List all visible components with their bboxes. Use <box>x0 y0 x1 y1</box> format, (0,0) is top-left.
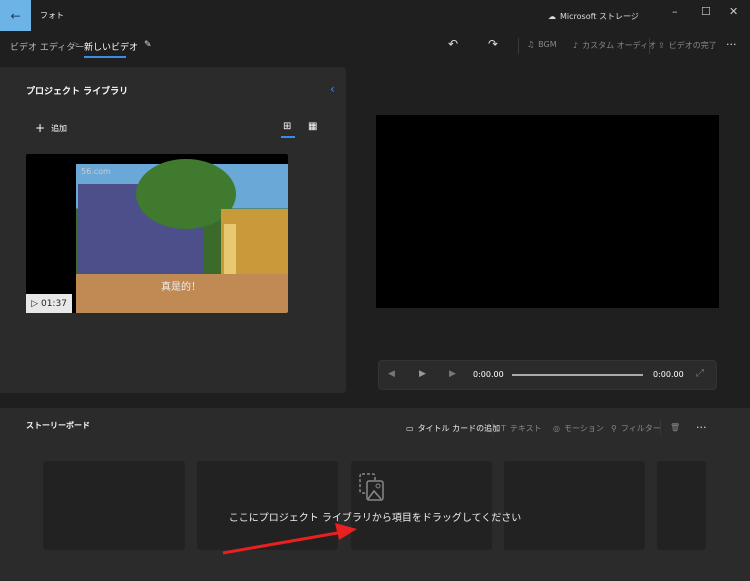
motion-button[interactable]: ◎ モーション <box>553 423 604 434</box>
divider <box>660 420 661 435</box>
current-time: 0:00.00 <box>473 370 504 379</box>
photos-icon <box>359 473 384 501</box>
divider <box>492 420 493 435</box>
divider <box>649 38 650 54</box>
share-icon: ⇪ <box>658 41 665 50</box>
view-indicator <box>281 136 295 138</box>
redo-button[interactable]: ↷ <box>488 37 498 51</box>
undo-button[interactable]: ↶ <box>448 37 458 51</box>
storyboard-empty-message: ここにプロジェクト ライブラリから項目をドラッグしてください <box>228 513 522 524</box>
collapse-chevron-icon[interactable]: ‹ <box>330 82 335 96</box>
play-button[interactable]: ▶ <box>419 369 426 379</box>
delete-trash-icon[interactable]: 🗑 <box>670 423 680 432</box>
large-grid-view-icon[interactable]: ⊞ <box>283 121 291 132</box>
close-button[interactable]: ✕ <box>729 5 738 18</box>
library-video-thumbnail[interactable]: 56.com 真是的！ <box>26 154 288 313</box>
annotation-red-arrow <box>222 523 357 555</box>
audio-person-icon: ♪ <box>573 41 579 50</box>
breadcrumb-current: 新しいビデオ <box>84 43 139 53</box>
bgm-button[interactable]: ♫ BGM <box>527 40 557 49</box>
back-button[interactable]: ← <box>0 0 31 31</box>
add-title-card-label: タイトル カードの追加 <box>417 424 501 433</box>
video-preview[interactable] <box>376 115 719 308</box>
small-grid-view-icon[interactable]: ▦ <box>308 121 317 132</box>
duration-label: 01:37 <box>40 298 67 309</box>
filter-label: フィルター <box>620 424 661 433</box>
music-note-icon: ♫ <box>527 40 535 49</box>
rename-pencil-icon[interactable]: ✎ <box>144 40 152 50</box>
motion-icon: ◎ <box>553 424 560 433</box>
filter-icon: ⚲ <box>611 424 617 433</box>
finish-video-button[interactable]: ⇪ ビデオの完了 <box>658 40 717 51</box>
total-time: 0:00.00 <box>653 370 684 379</box>
add-title-card-button[interactable]: ▭ タイトル カードの追加 <box>406 423 500 434</box>
custom-audio-button[interactable]: ♪ カスタム オーディオ <box>573 40 656 51</box>
filter-button[interactable]: ⚲ フィルター <box>611 423 661 434</box>
seek-slider[interactable] <box>512 374 643 376</box>
duration-badge: ▷ 01:37 <box>26 294 72 313</box>
text-button[interactable]: T テキスト <box>501 423 542 434</box>
title-card-icon: ▭ <box>406 424 414 433</box>
storyboard-slot[interactable] <box>43 461 185 550</box>
app-title: フォト <box>40 11 64 20</box>
active-indicator <box>84 56 126 58</box>
library-title: プロジェクト ライブラリ <box>26 87 129 97</box>
text-label: テキスト <box>509 424 542 433</box>
minimize-button[interactable]: – <box>672 5 678 18</box>
thumbnail-watermark: 56.com <box>81 167 111 176</box>
custom-audio-label: カスタム オーディオ <box>582 41 657 50</box>
storyboard-title: ストーリーボード <box>26 421 90 430</box>
maximize-button[interactable]: ☐ <box>701 5 711 18</box>
fullscreen-icon[interactable]: ⤢ <box>696 368 704 379</box>
thumbnail-subtitle: 真是的！ <box>161 282 201 293</box>
breadcrumb-separator: > <box>72 40 80 50</box>
more-button[interactable]: ··· <box>726 38 737 51</box>
divider <box>518 38 519 54</box>
bgm-label: BGM <box>538 40 557 49</box>
arrow-left-icon: ← <box>10 8 21 23</box>
cloud-icon: ☁ <box>548 12 556 21</box>
next-frame-icon[interactable]: ▶ <box>449 369 456 379</box>
text-icon: T <box>501 424 506 433</box>
storage-label: Microsoft ストレージ <box>560 12 639 21</box>
add-label: 追加 <box>51 123 68 133</box>
previous-frame-icon[interactable]: ◀ <box>388 369 395 379</box>
play-icon: ▷ <box>31 298 38 309</box>
storyboard-more-button[interactable]: ··· <box>696 421 707 434</box>
storage-button[interactable]: ☁ Microsoft ストレージ <box>548 11 639 22</box>
storyboard-slot[interactable] <box>504 461 645 550</box>
plus-icon: + <box>35 121 46 135</box>
motion-label: モーション <box>563 424 604 433</box>
add-button[interactable]: + 追加 <box>35 121 67 135</box>
finish-video-label: ビデオの完了 <box>668 41 717 50</box>
storyboard-slot[interactable] <box>657 461 706 550</box>
